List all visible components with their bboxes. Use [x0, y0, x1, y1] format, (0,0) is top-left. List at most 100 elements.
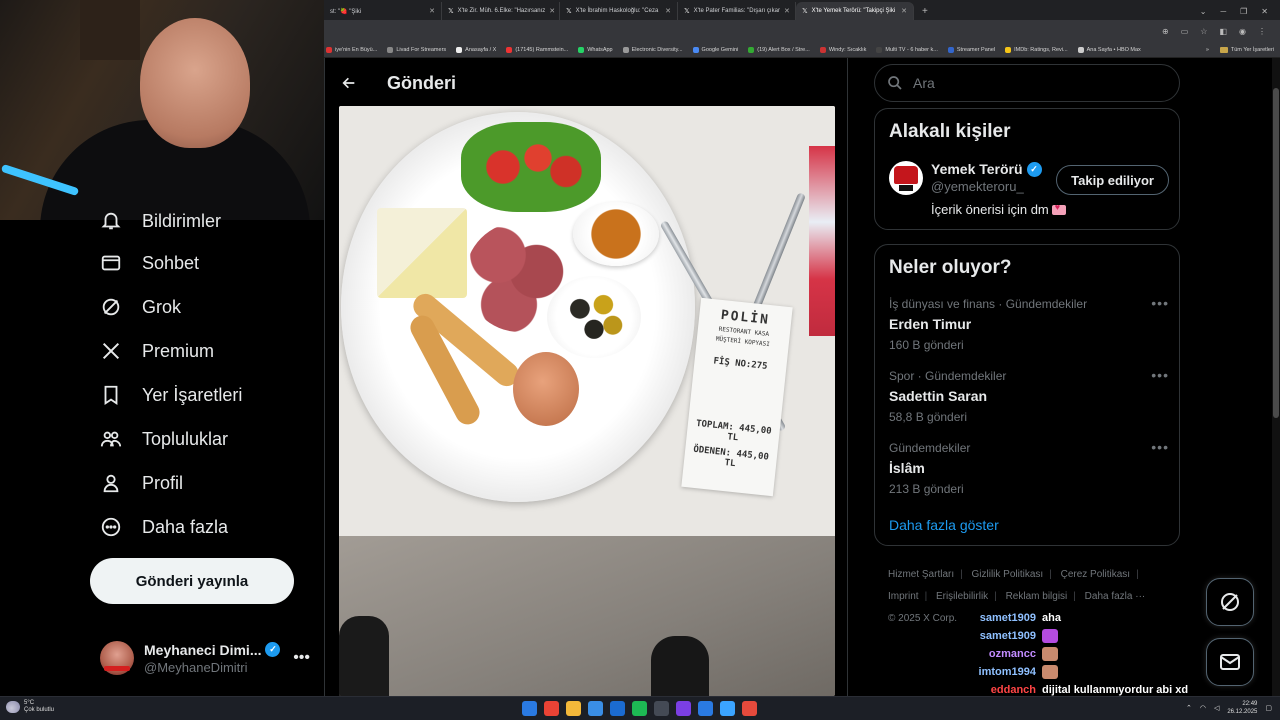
browser-tab[interactable]: 𝕏 X'te Pater Familias: "Dışarı çıkar ✕ [678, 2, 796, 20]
taskbar-app-icon[interactable] [742, 701, 757, 716]
browser-tab[interactable]: st: "🍓 "Şiki ✕ [324, 2, 442, 20]
bookmark-item[interactable]: (17145) Rammstein... [506, 46, 568, 53]
trend-item[interactable]: İş dünyası ve finans · Gündemdekiler Erd… [889, 295, 1169, 352]
footer-link[interactable]: Erişilebilirlik [936, 591, 988, 602]
search-input[interactable]: Ara [874, 64, 1180, 102]
nav-item-profile[interactable]: Profil [100, 472, 183, 494]
bookmark-item[interactable]: iye'nin En Büyü... [326, 46, 377, 53]
speaker-icon[interactable]: ◁ [1214, 704, 1219, 712]
chat-text: dijital kullanmıyordur abi xd [1042, 684, 1189, 696]
related-name[interactable]: Yemek Terörü [931, 161, 1023, 177]
bookmark-item[interactable]: Ana Sayfa • HBO Max [1077, 46, 1141, 53]
taskbar-app-icon[interactable] [720, 701, 735, 716]
chat-message: ozmancc [966, 646, 1058, 662]
photo-cheese [377, 208, 467, 298]
taskbar-app-icon[interactable] [654, 701, 669, 716]
nav-item-grok[interactable]: Grok [100, 296, 181, 318]
taskbar-app-icon[interactable] [544, 701, 559, 716]
avatar[interactable] [889, 161, 923, 195]
bookmark-item[interactable]: WhatsApp [578, 46, 613, 53]
browser-tab[interactable]: 𝕏 X'te Zir. Müh. 6.Elke: "Hazırsanız ✕ [442, 2, 560, 20]
taskbar-app-icon[interactable] [632, 701, 647, 716]
close-window-icon[interactable]: ✕ [1261, 7, 1268, 16]
bookmark-item[interactable]: (19) Alert Box / Stre... [748, 46, 810, 53]
copyright: © 2025 X Corp. [888, 613, 958, 624]
account-switcher[interactable]: Meyhaneci Dimi... ✓ @MeyhaneDimitri ••• [100, 638, 310, 678]
taskbar-app-icon[interactable] [676, 701, 691, 716]
taskbar-app-icon[interactable] [566, 701, 581, 716]
trend-item[interactable]: Spor · Gündemdekiler Sadettin Saran 58,8… [889, 367, 1169, 424]
footer-link[interactable]: Reklam bilgisi [1006, 591, 1068, 602]
maximize-icon[interactable]: ❐ [1240, 7, 1247, 16]
chat-message: samet1909 [966, 628, 1058, 644]
taskbar-app-icon[interactable] [522, 701, 537, 716]
bookmark-item[interactable]: Multi TV - 6 haber k... [876, 46, 938, 53]
new-tab-button[interactable]: + [914, 2, 936, 20]
star-icon[interactable]: ☆ [1200, 27, 1207, 36]
folder-icon [1219, 46, 1228, 53]
bookmarks-overflow-button[interactable]: » [1206, 47, 1209, 53]
all-bookmarks-link[interactable]: Tüm Yer İşaretleri [1231, 47, 1274, 53]
profile-icon[interactable]: ◉ [1239, 27, 1246, 36]
messages-floating-button[interactable] [1206, 638, 1254, 686]
browser-tab-active[interactable]: 𝕏 X'te Yemek Terörü: "Takipçi Şiki ✕ [796, 2, 914, 20]
wifi-icon[interactable]: ◠ [1200, 704, 1206, 712]
nav-item-communities[interactable]: Topluluklar [100, 428, 228, 450]
menu-icon[interactable]: ⋮ [1258, 27, 1266, 36]
nav-item-chat[interactable]: Sohbet [100, 252, 199, 274]
close-icon[interactable]: ✕ [901, 7, 907, 15]
more-options-icon[interactable]: ••• [1151, 439, 1169, 455]
scrollbar[interactable] [1272, 58, 1280, 696]
related-person[interactable]: Yemek Terörü ✓ @yemekteroru_ İçerik öneri… [889, 161, 1169, 217]
account-more-icon[interactable]: ••• [293, 649, 310, 667]
bookmark-item[interactable]: Anasayfa / X [456, 46, 496, 53]
close-icon[interactable]: ✕ [429, 7, 435, 15]
footer-link[interactable]: Imprint [888, 591, 919, 602]
trend-count: 58,8 B gönderi [889, 410, 968, 424]
show-more-link[interactable]: Daha fazla göster [889, 517, 999, 533]
taskbar-app-icon[interactable] [610, 701, 625, 716]
back-arrow-icon[interactable] [341, 75, 357, 91]
tab-search-icon[interactable]: ⌄ [1200, 7, 1207, 16]
scrollbar-thumb[interactable] [1273, 88, 1279, 418]
close-icon[interactable]: ✕ [665, 7, 671, 15]
nav-item-notifications[interactable]: Bildirimler [100, 210, 221, 232]
nav-item-premium[interactable]: Premium [100, 340, 214, 362]
nav-item-bookmarks[interactable]: Yer İşaretleri [100, 384, 242, 406]
bookmark-item[interactable]: Streamer Panel [947, 46, 995, 53]
bookmark-item[interactable]: IMDb: Ratings, Revi... [1005, 46, 1068, 53]
screen: st: "🍓 "Şiki ✕ 𝕏 X'te Zir. Müh. 6.Elke: "H… [0, 0, 1280, 720]
bookmark-item[interactable]: Electronic Diversity... [622, 46, 683, 53]
zoom-icon[interactable]: ⊕ [1162, 27, 1169, 36]
clock[interactable]: 22:49 26.12.2025 [1227, 700, 1257, 716]
trend-item[interactable]: Gündemdekiler İslâm 213 B gönderi ••• [889, 439, 1169, 496]
more-options-icon[interactable]: ••• [1151, 367, 1169, 383]
bookmark-item[interactable]: Google Gemini [692, 46, 738, 53]
post-button[interactable]: Gönderi yayınla [90, 558, 294, 604]
close-icon[interactable]: ✕ [549, 7, 555, 15]
trends-card: Neler oluyor? İş dünyası ve finans · Gün… [874, 244, 1180, 546]
bookmark-item[interactable]: Livad For Streamers [387, 46, 446, 53]
notification-icon[interactable]: ▢ [1265, 704, 1272, 712]
taskbar-app-icon[interactable] [698, 701, 713, 716]
taskbar-app-icon[interactable] [588, 701, 603, 716]
chevron-up-icon[interactable]: ⌃ [1186, 704, 1192, 712]
more-options-icon[interactable]: ••• [1151, 295, 1169, 311]
close-icon[interactable]: ✕ [784, 7, 790, 15]
grok-floating-button[interactable] [1206, 578, 1254, 626]
footer-link[interactable]: Gizlilik Politikası [972, 569, 1044, 580]
weather-widget[interactable]: 5°C Çok bulutlu [6, 700, 54, 714]
footer-link[interactable]: Hizmet Şartları [888, 569, 954, 580]
post-image[interactable]: POLİN RESTORANT KASA MÜŞTERİ KOPYASI FİŞ… [339, 106, 835, 696]
following-button[interactable]: Takip ediliyor [1056, 165, 1169, 195]
bookmarks-right: » Tüm Yer İşaretleri [1206, 46, 1280, 53]
extensions-icon[interactable]: ◧ [1219, 27, 1227, 36]
nav-item-more[interactable]: Daha fazla [100, 516, 228, 538]
footer-link[interactable]: Daha fazla ··· [1085, 591, 1146, 602]
browser-tab[interactable]: 𝕏 X'te İbrahim Haskoloğlu: "Ceza ✕ [560, 2, 678, 20]
cast-icon[interactable]: ▭ [1181, 27, 1189, 36]
bookmarks-bar: iye'nin En Büyü... Livad For Streamers Ana… [324, 42, 1280, 58]
footer-link[interactable]: Çerez Politikası [1061, 569, 1130, 580]
minimize-icon[interactable]: ─ [1220, 7, 1226, 16]
bookmark-item[interactable]: Windy: Sıcaklık [819, 46, 866, 53]
